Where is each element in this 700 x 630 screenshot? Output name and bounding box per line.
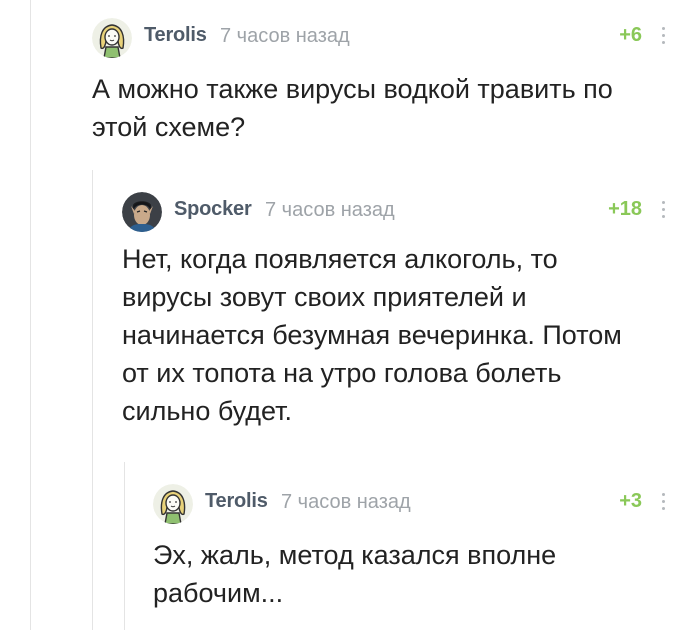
comment-rating: +3 (619, 490, 642, 512)
comment-text: Нет, когда появляется алкоголь, то вирус… (122, 240, 670, 430)
comment-time[interactable]: 7 часов назад (220, 25, 350, 48)
comment-rating: +6 (619, 24, 642, 46)
comment-text-line: Эх, жаль, метод казался вполне (153, 540, 557, 570)
comment-text-line: от их топота на утро голова болеть (122, 358, 562, 388)
thread-line-level-1[interactable] (92, 170, 93, 630)
comment: Terolis 7 часов назад +3 Эх, жаль, метод… (153, 484, 670, 612)
comment-text-line: этой схеме? (92, 112, 246, 142)
girl-avatar-icon[interactable] (153, 484, 193, 524)
comment-text-line: сильно будет. (122, 396, 293, 426)
comment-text-line: рабочим... (153, 578, 284, 608)
comment-time[interactable]: 7 часов назад (281, 491, 411, 514)
comment-rating: +18 (608, 198, 642, 220)
comment-text-line: А можно также вирусы водкой травить по (92, 74, 613, 104)
comment-text-line: начинается безумная вечеринка. Потом (122, 320, 622, 350)
thread-line-level-2[interactable] (124, 462, 125, 630)
comment-text-line: вирусы зовут своих приятелей и (122, 282, 527, 312)
comment-header: Terolis 7 часов назад +6 (92, 18, 670, 62)
comment-menu-icon[interactable] (656, 196, 670, 222)
comment-author[interactable]: Spocker (174, 198, 252, 221)
comment-text: А можно также вирусы водкой травить по э… (92, 70, 670, 146)
girl-avatar-icon[interactable] (92, 18, 132, 58)
comment-header: Terolis 7 часов назад +3 (153, 484, 670, 528)
spock-avatar-icon[interactable] (122, 192, 162, 232)
comment-menu-icon[interactable] (656, 22, 670, 48)
thread-line-level-0[interactable] (30, 0, 31, 630)
comment: Spocker 7 часов назад +18 Нет, когда поя… (122, 192, 670, 430)
comment-time[interactable]: 7 часов назад (265, 199, 395, 222)
comment-author[interactable]: Terolis (144, 24, 207, 47)
comment-header: Spocker 7 часов назад +18 (122, 192, 670, 236)
comment-author[interactable]: Terolis (205, 490, 268, 513)
comment-text-line: Нет, когда появляется алкоголь, то (122, 244, 558, 274)
comment-text: Эх, жаль, метод казался вполне рабочим..… (153, 536, 670, 612)
comment-menu-icon[interactable] (656, 488, 670, 514)
comment: Terolis 7 часов назад +6 А можно также в… (92, 18, 670, 146)
